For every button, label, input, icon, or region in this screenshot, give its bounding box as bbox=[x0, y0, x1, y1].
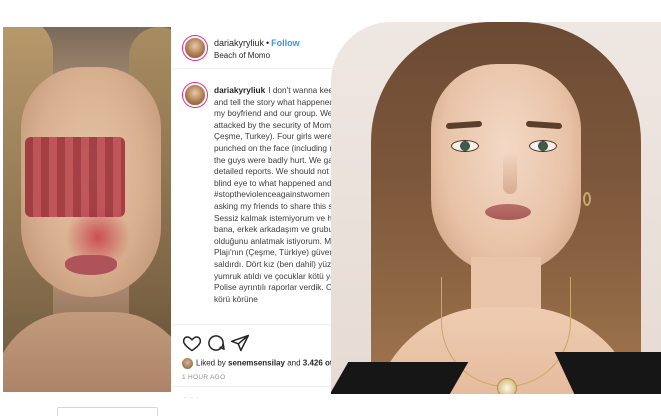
likes-summary: Liked by senemsensilay and 3.426 others bbox=[182, 358, 350, 369]
liker-avatar bbox=[182, 358, 193, 369]
pendant bbox=[497, 378, 517, 394]
caption-username[interactable]: dariakyryliuk bbox=[214, 85, 265, 95]
pixelated-injury-area bbox=[25, 137, 125, 217]
follow-button[interactable]: Follow bbox=[271, 38, 300, 48]
location-link[interactable]: Beach of Momo bbox=[214, 51, 270, 60]
comment-icon[interactable] bbox=[206, 333, 226, 353]
liker-username[interactable]: senemsensilay bbox=[228, 359, 285, 368]
injured-woman-photo bbox=[3, 27, 171, 392]
avatar[interactable] bbox=[183, 36, 207, 60]
post-timestamp: 1 HOUR AGO bbox=[182, 374, 226, 381]
bottom-bar bbox=[0, 398, 661, 416]
earring bbox=[583, 192, 591, 206]
bottom-tab-button[interactable] bbox=[57, 407, 158, 416]
separator-dot: • bbox=[266, 38, 270, 48]
portrait-photo bbox=[331, 22, 661, 394]
heart-icon[interactable] bbox=[182, 333, 202, 353]
share-icon[interactable] bbox=[230, 333, 250, 353]
caption-avatar[interactable] bbox=[183, 83, 207, 107]
news-composite-image: dariakyryliuk • Follow Beach of Momo daria… bbox=[0, 0, 661, 406]
username-link[interactable]: dariakyryliuk bbox=[214, 38, 264, 48]
